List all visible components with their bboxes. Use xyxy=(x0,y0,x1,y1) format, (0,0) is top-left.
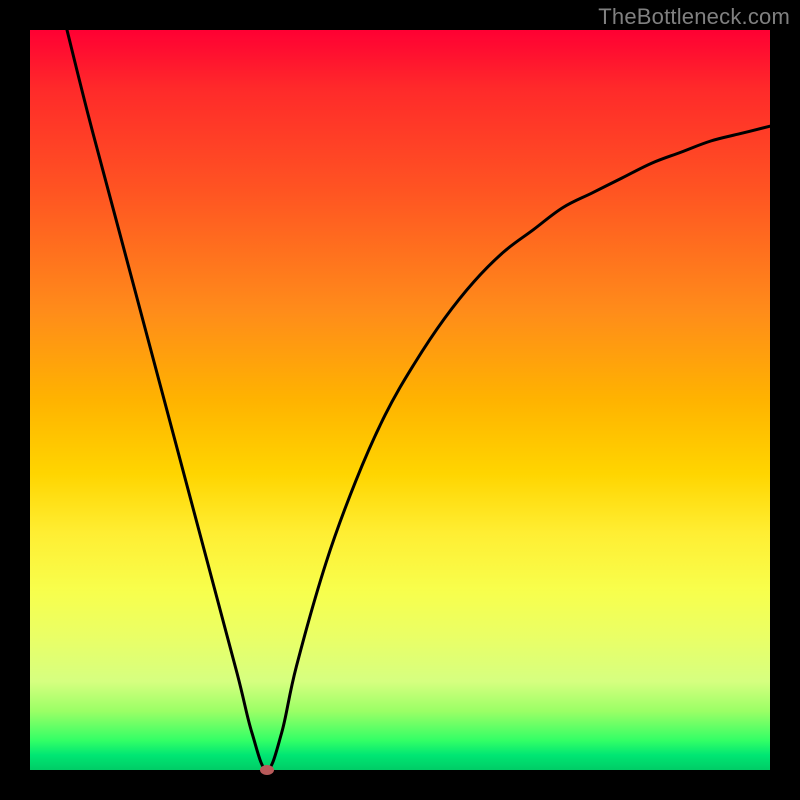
chart-frame: TheBottleneck.com xyxy=(0,0,800,800)
curve-path xyxy=(67,30,770,770)
watermark-text: TheBottleneck.com xyxy=(598,4,790,30)
curve-svg xyxy=(30,30,770,770)
minimum-marker xyxy=(260,765,274,775)
plot-area xyxy=(30,30,770,770)
